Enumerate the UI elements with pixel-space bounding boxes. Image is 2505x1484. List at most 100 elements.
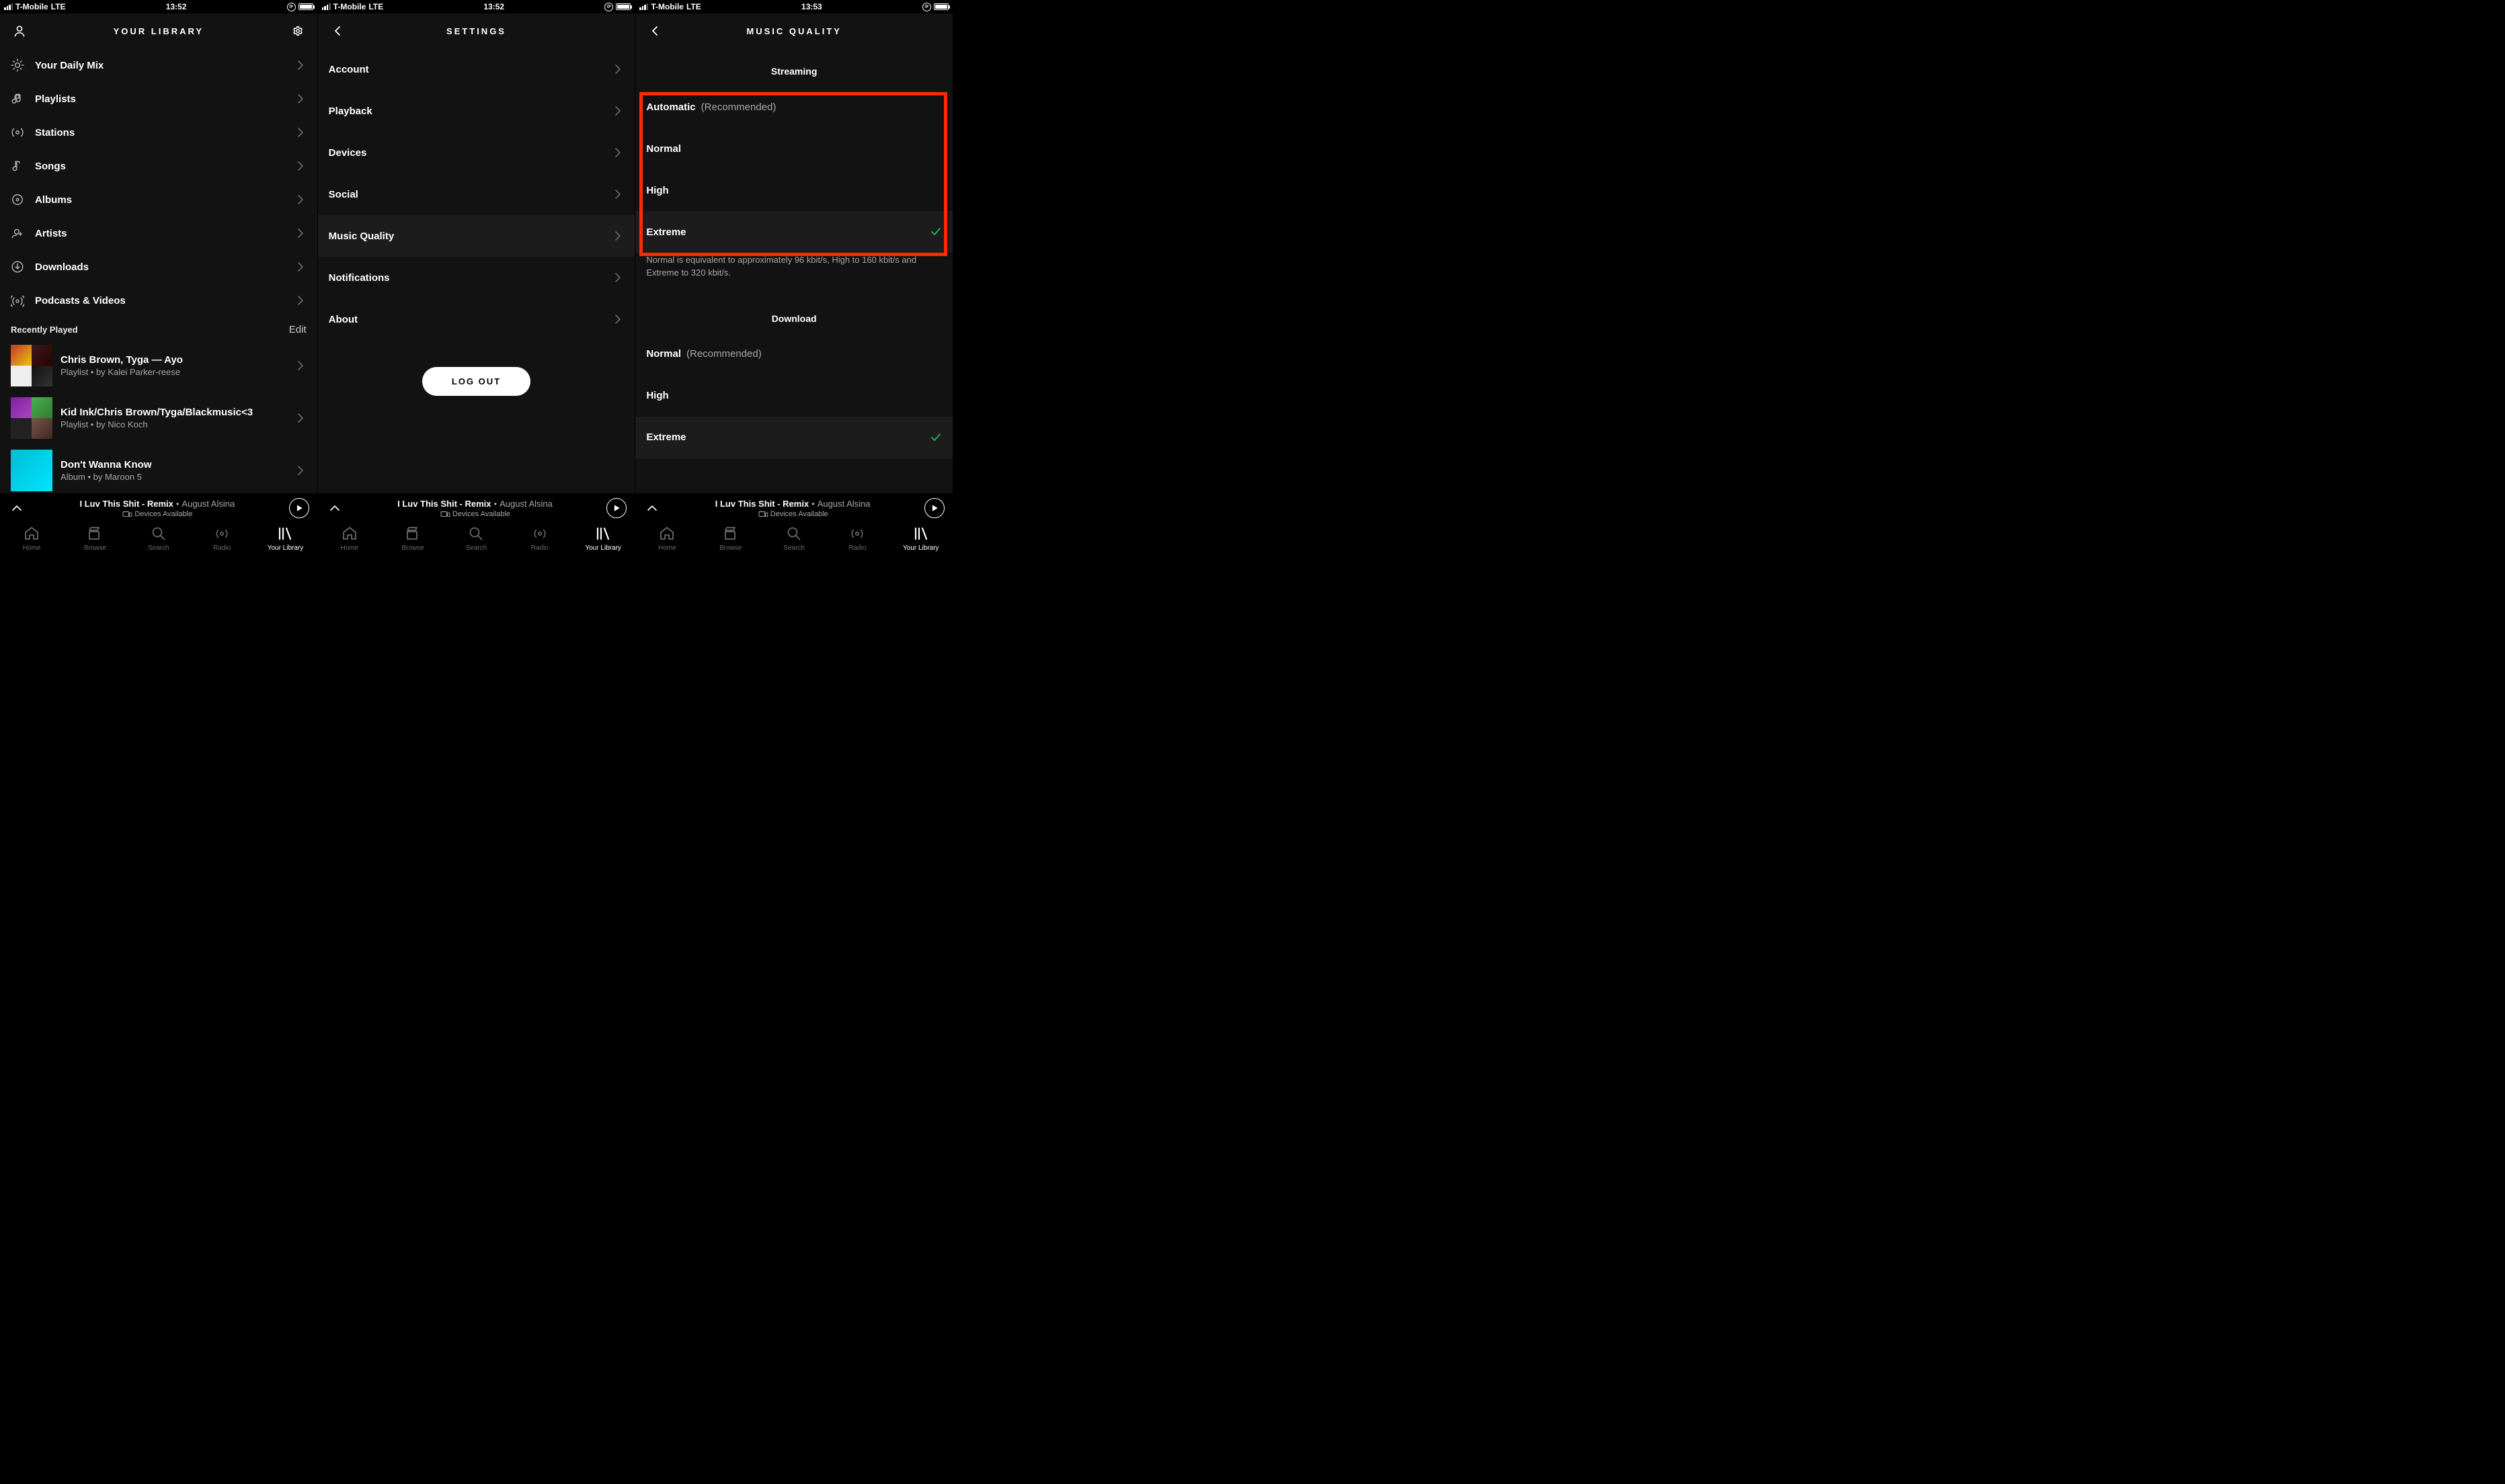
carrier-label: T-Mobile [15,2,48,11]
chevron-right-icon [612,147,624,159]
library-item-label: Downloads [35,261,294,273]
devices-available-label: Devices Available [134,510,192,518]
recently-played-item[interactable]: Kid Ink/Chris Brown/Tyga/Blackmusic<3 Pl… [0,392,317,444]
chevron-right-icon [294,261,307,273]
settings-item-about[interactable]: About [318,298,635,340]
page-title: YOUR LIBRARY [38,26,280,36]
tab-browse[interactable]: Browse [381,526,444,565]
quality-option-secondary: (Recommended) [686,348,762,360]
quality-option-label: Extreme [646,226,930,238]
now-playing-bar[interactable]: I Luv This Shit - Remix•August Alsina De… [0,493,317,523]
recently-played-subtitle: Album • by Maroon 5 [61,472,286,482]
music-note-icon [11,92,35,106]
chevron-right-icon [294,227,307,239]
recently-played-header: Recently Played Edit [0,317,317,339]
now-playing-artist: August Alsina [500,499,553,509]
devices-available-label: Devices Available [452,510,510,518]
profile-button[interactable] [11,22,28,40]
radio-wave-icon [11,126,35,139]
status-bar: T-Mobile LTE 13:53 ⟳ [635,0,953,13]
now-playing-song: I Luv This Shit - Remix [397,499,491,509]
edit-button[interactable]: Edit [289,324,307,335]
header: SETTINGS [318,13,635,48]
play-button[interactable] [289,498,309,518]
tab-home[interactable]: Home [318,526,381,565]
tab-home[interactable]: Home [635,526,699,565]
quality-option-automatic[interactable]: Automatic(Recommended) [635,86,953,128]
library-item-songs[interactable]: Songs [0,149,317,183]
tab-search[interactable]: Search [127,526,190,565]
tab-your-library[interactable]: Your Library [889,526,953,565]
browse-icon [87,526,103,542]
logout-button[interactable]: LOG OUT [422,367,530,396]
chevron-right-icon [294,160,307,172]
now-playing-bar[interactable]: I Luv This Shit - Remix•August Alsina De… [635,493,953,523]
settings-item-devices[interactable]: Devices [318,132,635,173]
now-playing-bar[interactable]: I Luv This Shit - Remix•August Alsina De… [318,493,635,523]
orientation-lock-icon: ⟳ [922,3,931,11]
quality-option-normal[interactable]: Normal (Recommended) [635,333,953,375]
quality-option-label: High [646,390,942,401]
clock: 13:53 [701,2,922,11]
tab-browse[interactable]: Browse [63,526,126,565]
back-button[interactable] [646,22,664,40]
quality-option-normal[interactable]: Normal [635,128,953,169]
settings-item-account[interactable]: Account [318,48,635,90]
quality-option-high[interactable]: High [635,375,953,417]
settings-item-social[interactable]: Social [318,173,635,215]
network-label: LTE [686,2,701,11]
screen-settings: T-Mobile LTE 13:52 ⟳ SETTINGS Account Pl… [318,0,636,565]
tab-browse[interactable]: Browse [699,526,762,565]
tab-radio[interactable]: Radio [190,526,253,565]
tab-search[interactable]: Search [444,526,508,565]
home-icon [342,526,358,542]
recently-played-title: Recently Played [11,325,289,335]
quality-option-extreme[interactable]: Extreme [635,211,953,253]
settings-item-playback[interactable]: Playback [318,90,635,132]
tab-radio[interactable]: Radio [508,526,571,565]
chevron-right-icon [294,464,307,477]
settings-button[interactable] [289,22,307,40]
library-item-albums[interactable]: Albums [0,183,317,216]
library-item-podcasts-videos[interactable]: Podcasts & Videos [0,284,317,317]
back-button[interactable] [329,22,346,40]
library-item-artists[interactable]: Artists [0,216,317,250]
quality-option-label: Normal [646,348,681,360]
chevron-right-icon [294,412,307,424]
signal-icon [639,3,648,10]
tab-your-library[interactable]: Your Library [571,526,635,565]
quality-option-high[interactable]: High [635,169,953,211]
chevron-up-icon[interactable] [8,499,26,517]
chevron-up-icon[interactable] [326,499,344,517]
quality-option-extreme[interactable]: Extreme [635,417,953,458]
library-item-stations[interactable]: Stations [0,116,317,149]
library-item-playlists[interactable]: Playlists [0,82,317,116]
recently-played-item[interactable]: Don't Wanna Know Album • by Maroon 5 [0,444,317,493]
settings-item-label: Account [329,64,612,75]
play-button[interactable] [606,498,627,518]
header: MUSIC QUALITY [635,13,953,48]
library-item-your-daily-mix[interactable]: Your Daily Mix [0,48,317,82]
tab-label: Search [783,544,805,552]
orientation-lock-icon: ⟳ [604,3,613,11]
settings-item-label: Playback [329,106,612,117]
play-button[interactable] [924,498,945,518]
quality-helper-text: Normal is equivalent to approximately 96… [635,253,953,285]
settings-item-notifications[interactable]: Notifications [318,257,635,298]
tab-your-library[interactable]: Your Library [253,526,317,565]
chevron-up-icon[interactable] [643,499,661,517]
settings-item-label: Music Quality [329,231,612,242]
disc-icon [11,193,35,206]
tab-search[interactable]: Search [762,526,826,565]
tab-bar: HomeBrowseSearchRadioYour Library [318,523,635,565]
tab-radio[interactable]: Radio [826,526,889,565]
now-playing-song: I Luv This Shit - Remix [79,499,173,509]
check-icon [930,431,942,444]
streaming-heading: Streaming [635,48,953,86]
recently-played-item[interactable]: Chris Brown, Tyga — Ayo Playlist • by Ka… [0,339,317,392]
library-item-downloads[interactable]: Downloads [0,250,317,284]
clock: 13:52 [383,2,604,11]
carrier-label: T-Mobile [333,2,366,11]
settings-item-music-quality[interactable]: Music Quality [318,215,635,257]
tab-home[interactable]: Home [0,526,63,565]
